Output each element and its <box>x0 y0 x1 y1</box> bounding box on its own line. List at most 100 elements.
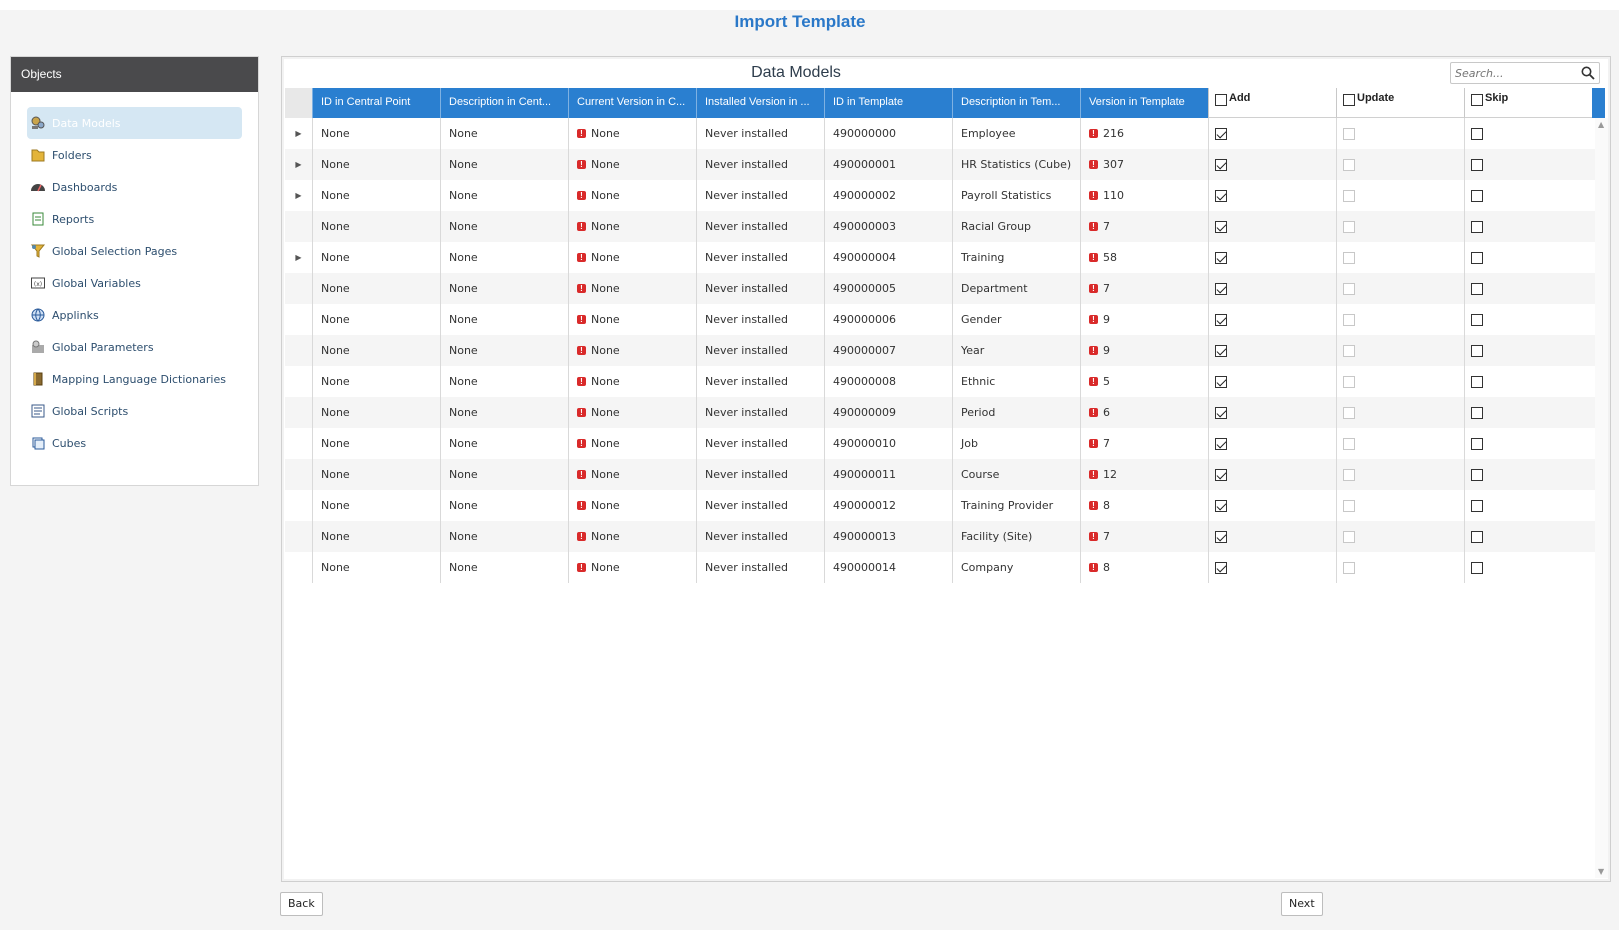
scroll-up-icon[interactable]: ▲ <box>1598 120 1604 129</box>
cell-ver-t: ! 7 <box>1080 428 1208 459</box>
skip-checkbox[interactable] <box>1471 158 1483 171</box>
add-checkbox[interactable] <box>1215 561 1227 574</box>
table-row[interactable]: None None! None Never installed 490000003 Rac… <box>285 211 1608 242</box>
column-header[interactable]: ID in Template <box>824 88 952 118</box>
sidebar-item-dashboards[interactable]: Dashboards <box>27 171 242 203</box>
skip-checkbox[interactable] <box>1471 530 1483 543</box>
table-row[interactable]: None None! None Never installed 490000013 Fac… <box>285 521 1608 552</box>
cell-id-cp: None <box>312 242 440 273</box>
search-box[interactable] <box>1450 62 1600 84</box>
cell-id-cp: None <box>312 552 440 583</box>
cell-text: 490000000 <box>833 127 896 140</box>
warning-icon: ! <box>577 191 586 200</box>
sidebar-item-global-selection-pages[interactable]: Global Selection Pages <box>27 235 242 267</box>
skip-checkbox[interactable] <box>1471 127 1483 140</box>
add-checkbox[interactable] <box>1215 127 1227 140</box>
table-row[interactable]: ▶ None None! None Never installed 490000000 Em… <box>285 118 1608 149</box>
cell-text: 58 <box>1103 251 1117 264</box>
table-row[interactable]: ▶ None None! None Never installed 490000001 HR… <box>285 149 1608 180</box>
cell-inst-ver: Never installed <box>696 118 824 149</box>
sidebar-item-reports[interactable]: Reports <box>27 203 242 235</box>
update-checkbox <box>1343 375 1355 388</box>
expand-row-icon[interactable]: ▶ <box>285 253 312 262</box>
table-row[interactable]: None None! None Never installed 490000014 Com… <box>285 552 1608 583</box>
select-all-skip-checkbox[interactable] <box>1471 94 1483 106</box>
add-checkbox[interactable] <box>1215 406 1227 419</box>
cell-id-t: 490000008 <box>824 366 952 397</box>
column-header[interactable]: Description in Cent... <box>440 88 568 118</box>
table-row[interactable]: None None! None Never installed 490000011 Cou… <box>285 459 1608 490</box>
add-checkbox[interactable] <box>1215 375 1227 388</box>
sidebar-item-label: Global Scripts <box>52 404 129 418</box>
add-checkbox[interactable] <box>1215 220 1227 233</box>
sidebar-item-data-models[interactable]: Data Models <box>27 107 242 139</box>
skip-checkbox[interactable] <box>1471 313 1483 326</box>
expand-row-icon[interactable]: ▶ <box>285 191 312 200</box>
column-header[interactable]: Version in Template <box>1080 88 1208 118</box>
column-header[interactable]: ID in Central Point <box>312 88 440 118</box>
search-icon[interactable] <box>1581 66 1595 80</box>
skip-checkbox[interactable] <box>1471 344 1483 357</box>
sidebar-item-cubes[interactable]: Cubes <box>27 427 242 459</box>
add-checkbox[interactable] <box>1215 499 1227 512</box>
sidebar-item-mapping-language-dictionaries[interactable]: Mapping Language Dictionaries <box>27 363 242 395</box>
scroll-down-icon[interactable]: ▼ <box>1598 867 1604 876</box>
cell-desc-cp: None <box>440 149 568 180</box>
warning-icon: ! <box>1089 377 1098 386</box>
vertical-scrollbar[interactable]: ▲ ▼ <box>1595 118 1608 878</box>
expand-row-icon[interactable]: ▶ <box>285 160 312 169</box>
table-row[interactable]: None None! None Never installed 490000005 Dep… <box>285 273 1608 304</box>
next-button[interactable]: Next <box>1281 892 1323 916</box>
sidebar-item-global-variables[interactable]: (x) Global Variables <box>27 267 242 299</box>
sidebar-item-folders[interactable]: Folders <box>27 139 242 171</box>
select-all-add-checkbox[interactable] <box>1215 94 1227 106</box>
report-icon <box>30 211 46 227</box>
add-checkbox[interactable] <box>1215 344 1227 357</box>
add-checkbox[interactable] <box>1215 530 1227 543</box>
add-checkbox[interactable] <box>1215 158 1227 171</box>
sidebar-item-applinks[interactable]: Applinks <box>27 299 242 331</box>
skip-checkbox[interactable] <box>1471 189 1483 202</box>
back-button[interactable]: Back <box>280 892 323 916</box>
add-checkbox[interactable] <box>1215 437 1227 450</box>
expand-row-icon[interactable]: ▶ <box>285 129 312 138</box>
table-row[interactable]: None None! None Never installed 490000009 Per… <box>285 397 1608 428</box>
table-row[interactable]: None None! None Never installed 490000008 Eth… <box>285 366 1608 397</box>
table-row[interactable]: None None! None Never installed 490000012 Tra… <box>285 490 1608 521</box>
table-row[interactable]: ▶ None None! None Never installed 490000004 Tr… <box>285 242 1608 273</box>
skip-checkbox[interactable] <box>1471 406 1483 419</box>
cell-add <box>1208 552 1336 583</box>
cell-add <box>1208 180 1336 211</box>
skip-checkbox[interactable] <box>1471 468 1483 481</box>
table-row[interactable]: ▶ None None! None Never installed 490000002 Pa… <box>285 180 1608 211</box>
cell-update <box>1336 242 1464 273</box>
table-row[interactable]: None None! None Never installed 490000010 Job… <box>285 428 1608 459</box>
cell-desc-t: HR Statistics (Cube) <box>952 149 1080 180</box>
skip-checkbox[interactable] <box>1471 220 1483 233</box>
cell-desc-t: Gender <box>952 304 1080 335</box>
add-checkbox[interactable] <box>1215 189 1227 202</box>
skip-checkbox[interactable] <box>1471 499 1483 512</box>
skip-checkbox[interactable] <box>1471 561 1483 574</box>
table-row[interactable]: None None! None Never installed 490000007 Yea… <box>285 335 1608 366</box>
cell-text: 12 <box>1103 468 1117 481</box>
sidebar-item-global-scripts[interactable]: Global Scripts <box>27 395 242 427</box>
search-input[interactable] <box>1451 63 1571 83</box>
skip-checkbox[interactable] <box>1471 251 1483 264</box>
column-header[interactable]: Current Version in C... <box>568 88 696 118</box>
select-all-update-checkbox[interactable] <box>1343 94 1355 106</box>
column-header[interactable]: Description in Tem... <box>952 88 1080 118</box>
table-row[interactable]: None None! None Never installed 490000006 Gen… <box>285 304 1608 335</box>
sidebar-item-global-parameters[interactable]: Global Parameters <box>27 331 242 363</box>
add-checkbox[interactable] <box>1215 313 1227 326</box>
skip-checkbox[interactable] <box>1471 437 1483 450</box>
cell-text: None <box>449 251 478 264</box>
skip-checkbox[interactable] <box>1471 375 1483 388</box>
column-header[interactable]: Installed Version in ... <box>696 88 824 118</box>
skip-checkbox[interactable] <box>1471 282 1483 295</box>
cell-ver-t: ! 9 <box>1080 335 1208 366</box>
add-checkbox[interactable] <box>1215 251 1227 264</box>
cell-desc-t: Facility (Site) <box>952 521 1080 552</box>
add-checkbox[interactable] <box>1215 468 1227 481</box>
add-checkbox[interactable] <box>1215 282 1227 295</box>
